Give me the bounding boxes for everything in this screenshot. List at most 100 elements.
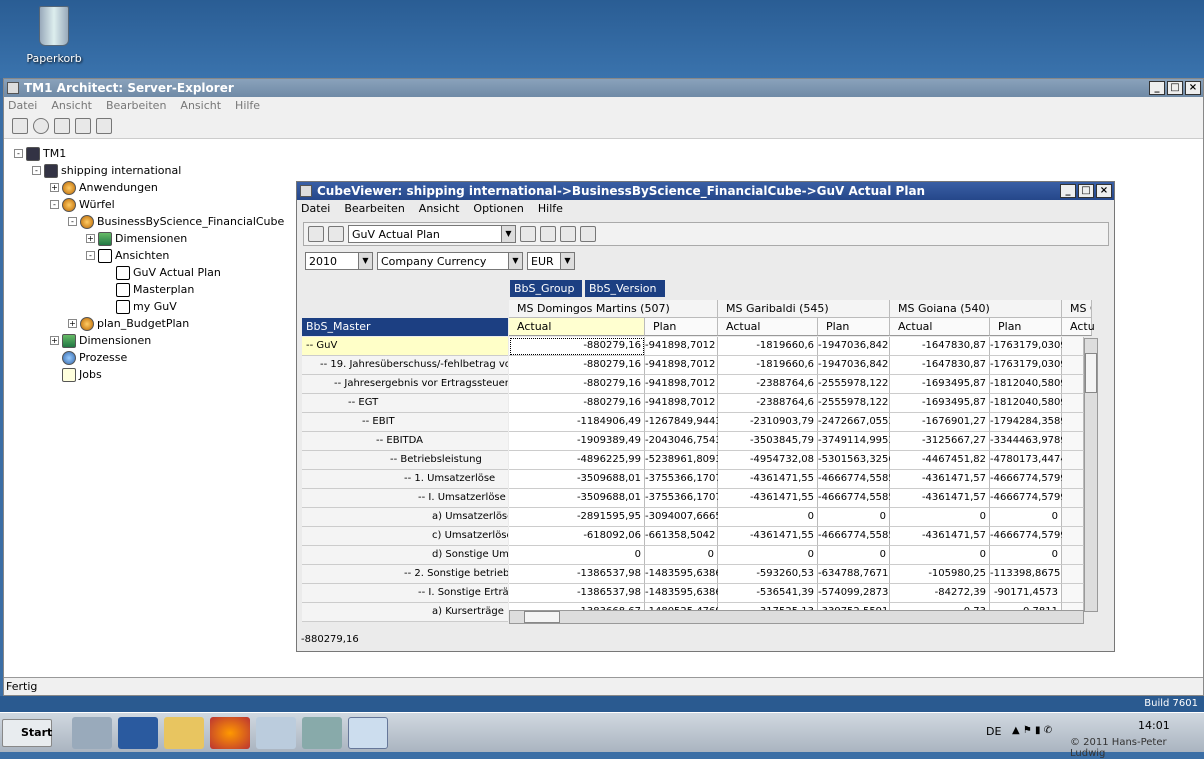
row-header[interactable]: -- EBIT	[302, 413, 508, 432]
recycle-bin[interactable]: Paperkorb	[22, 6, 86, 65]
currency-filter[interactable]: EUR ▼	[527, 252, 575, 270]
data-cell[interactable]: -1909389,49	[509, 432, 645, 451]
expand-toggle-icon[interactable]: +	[50, 336, 59, 345]
recalculate-icon[interactable]	[328, 226, 344, 242]
expand-toggle-icon[interactable]: -	[50, 200, 59, 209]
spreadsheet-icon[interactable]	[540, 226, 556, 242]
data-cell[interactable]: -1386537,98	[509, 565, 645, 584]
row-header[interactable]: -- Betriebsleistung	[302, 451, 508, 470]
menu-item-hilfe[interactable]: Hilfe	[538, 200, 563, 218]
data-cell-partial[interactable]	[1062, 470, 1084, 489]
menu-item-datei[interactable]: Datei	[301, 200, 330, 218]
data-cell[interactable]: -941898,7012	[645, 356, 718, 375]
data-cell-partial[interactable]	[1062, 584, 1084, 603]
data-cell[interactable]: -1794284,3589	[990, 413, 1067, 432]
data-cell[interactable]: -4361471,57	[890, 470, 990, 489]
data-cell[interactable]: 0	[890, 546, 990, 565]
clock-time[interactable]: 14:01	[1138, 719, 1170, 732]
tree-node[interactable]: my GuV	[14, 298, 304, 315]
column-header[interactable]: Actual	[718, 318, 818, 336]
data-cell[interactable]: -4361471,57	[890, 527, 990, 546]
year-filter[interactable]: 2010 ▼	[305, 252, 373, 270]
tree-node[interactable]: + Anwendungen	[14, 179, 304, 196]
explorer-titlebar[interactable]: TM1 Architect: Server-Explorer _ □ ×	[4, 79, 1203, 97]
row-header[interactable]: -- 2. Sonstige betriebli	[302, 565, 508, 584]
slice-icon[interactable]	[560, 226, 576, 242]
row-header[interactable]: -- Jahresergebnis vor Ertragssteuern	[302, 375, 508, 394]
column-header[interactable]: Actual	[890, 318, 990, 336]
column-header[interactable]: Plan	[645, 318, 718, 336]
data-cell[interactable]: -941898,7012	[645, 375, 718, 394]
data-cell[interactable]: -113398,8675	[990, 565, 1062, 584]
expand-toggle-icon[interactable]: -	[68, 217, 77, 226]
column-header[interactable]: Plan	[990, 318, 1062, 336]
data-cell[interactable]: -3344463,9789	[990, 432, 1067, 451]
settings-gear-icon[interactable]	[256, 717, 296, 749]
data-cell[interactable]: -1483595,6386	[645, 584, 722, 603]
data-cell[interactable]: -941898,7012	[645, 394, 718, 413]
powershell-icon[interactable]	[118, 717, 158, 749]
data-cell[interactable]: -2388764,6	[718, 375, 818, 394]
data-cell[interactable]: -5301563,3256	[818, 451, 895, 470]
tree-node[interactable]: - Würfel	[14, 196, 304, 213]
row-header[interactable]: -- I. Sonstige Erträg	[302, 584, 508, 603]
copy-icon[interactable]	[12, 118, 28, 134]
expand-toggle-icon[interactable]: +	[68, 319, 77, 328]
data-cell[interactable]: -2472667,0553	[818, 413, 895, 432]
data-cell[interactable]: -4666774,5799	[990, 470, 1067, 489]
data-cell-partial[interactable]	[1062, 546, 1084, 565]
cancel-icon[interactable]	[33, 118, 49, 134]
minimize-button[interactable]: _	[1060, 184, 1076, 198]
data-cell[interactable]: -3755366,1707	[645, 489, 722, 508]
horizontal-scrollbar[interactable]	[509, 610, 1084, 624]
data-cell[interactable]: -105980,25	[890, 565, 990, 584]
expand-toggle-icon[interactable]: +	[86, 234, 95, 243]
maximize-button[interactable]: □	[1167, 81, 1183, 95]
column-dim-group[interactable]: BbS_Group	[510, 280, 582, 297]
menu-item-ansicht[interactable]: Ansicht	[180, 97, 221, 115]
data-cell-partial[interactable]	[1062, 527, 1084, 546]
data-cell[interactable]: -1812040,5809	[990, 394, 1067, 413]
calculator-icon[interactable]	[520, 226, 536, 242]
data-cell[interactable]: -3094007,6665	[645, 508, 722, 527]
data-cell[interactable]: 0	[990, 546, 1062, 565]
tree-node[interactable]: - shipping international	[14, 162, 304, 179]
row-dim-master[interactable]: BbS_Master	[302, 318, 508, 336]
data-cell-partial[interactable]	[1062, 337, 1084, 356]
column-group-header[interactable]: MS Goiana (540)	[890, 300, 1062, 318]
data-cell[interactable]: -1693495,87	[890, 394, 990, 413]
data-cell[interactable]: -1676901,27	[890, 413, 990, 432]
data-cell[interactable]: -1763179,0309	[990, 337, 1067, 356]
menu-item-datei[interactable]: Datei	[8, 97, 37, 115]
menu-item-bearbeiten[interactable]: Bearbeiten	[106, 97, 166, 115]
row-header[interactable]: a) Umsatzerlöse	[302, 508, 508, 527]
data-cell-partial[interactable]	[1062, 356, 1084, 375]
column-header[interactable]: Plan	[818, 318, 890, 336]
data-cell[interactable]: 0	[818, 508, 890, 527]
sort-desc-icon[interactable]	[75, 118, 91, 134]
data-cell[interactable]: -536541,39	[718, 584, 818, 603]
data-cell[interactable]: -1647830,87	[890, 337, 990, 356]
tree-node[interactable]: Jobs	[14, 366, 304, 383]
menu-item-bearbeiten[interactable]: Bearbeiten	[344, 200, 404, 218]
data-cell-partial[interactable]	[1062, 394, 1084, 413]
currency-type-filter[interactable]: Company Currency ▼	[377, 252, 523, 270]
data-cell[interactable]: -1819660,6	[718, 356, 818, 375]
scrollbar-thumb[interactable]	[524, 611, 560, 623]
data-cell[interactable]: -2555978,122	[818, 394, 890, 413]
scrollbar-thumb[interactable]	[1085, 353, 1097, 393]
data-cell[interactable]: 0	[509, 546, 645, 565]
data-cell[interactable]: -4666774,5585	[818, 470, 895, 489]
data-cell[interactable]: -3125667,27	[890, 432, 990, 451]
column-header[interactable]: Actual	[509, 318, 645, 336]
tm1-architect-icon[interactable]	[348, 717, 388, 749]
column-group-header[interactable]: MS C	[1062, 300, 1092, 318]
data-cell[interactable]: -4666774,5799	[990, 527, 1067, 546]
column-group-header[interactable]: MS Garibaldi (545)	[718, 300, 890, 318]
data-cell-partial[interactable]	[1062, 413, 1084, 432]
data-cell[interactable]: 0	[990, 508, 1062, 527]
properties-icon[interactable]	[96, 118, 112, 134]
data-cell[interactable]: -661358,5042	[645, 527, 718, 546]
data-cell[interactable]: -593260,53	[718, 565, 818, 584]
data-cell[interactable]: -2891595,95	[509, 508, 645, 527]
